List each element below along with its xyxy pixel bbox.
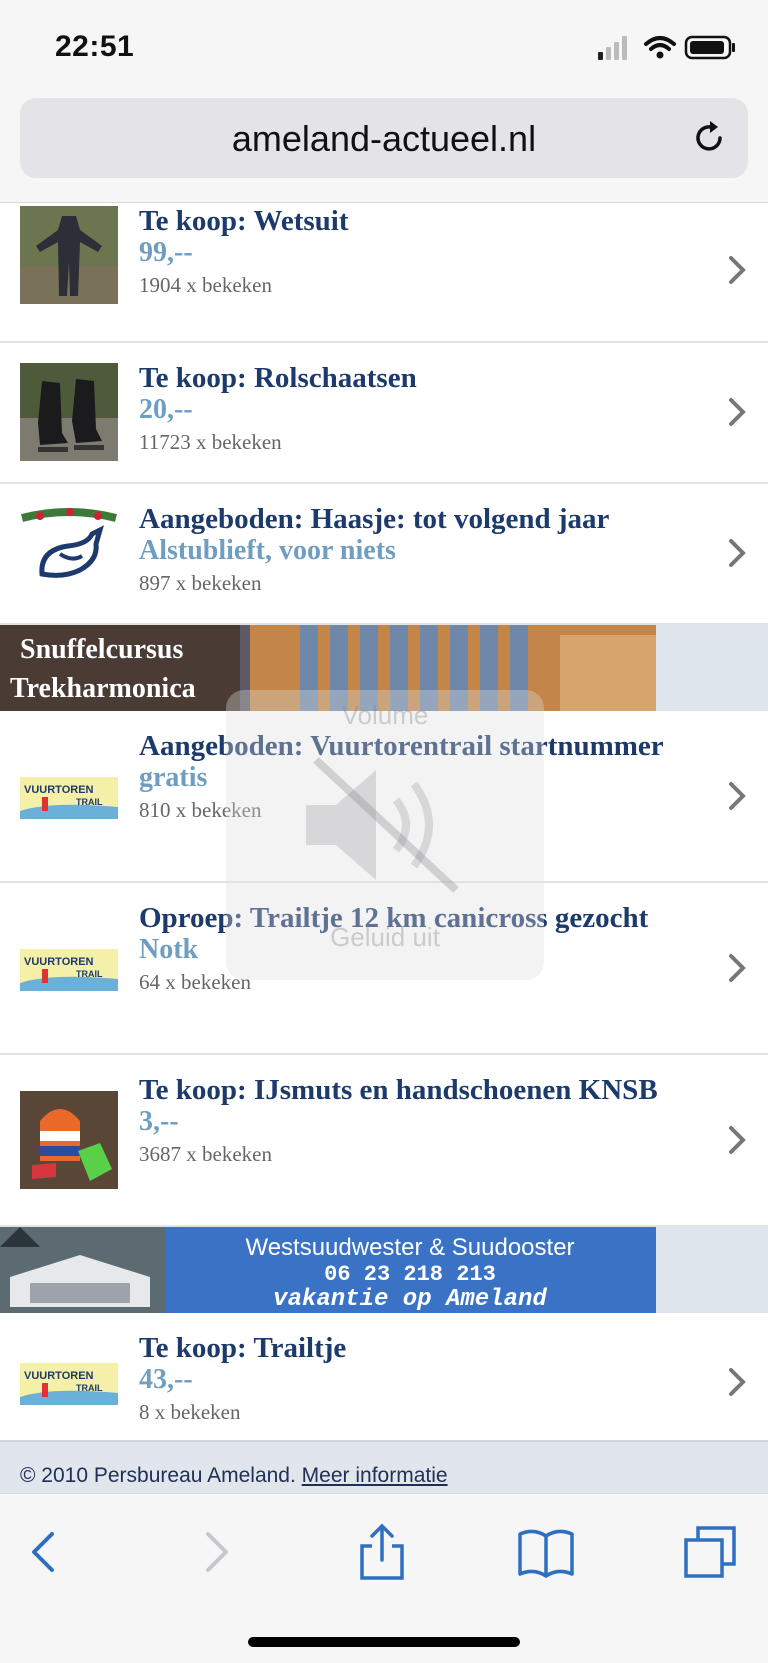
listing-title: Te koop: Wetsuit [139,205,349,237]
address-bar[interactable]: ameland-actueel.nl [20,98,748,178]
chevron-right-icon [729,954,746,982]
listing-title: Te koop: Rolschaatsen [139,362,417,394]
trail-thumbnail: VUURTOREN TRAIL [20,1333,118,1431]
banner-line2: 06 23 218 213 [324,1262,496,1287]
listing-title: Aangeboden: Haasje: tot volgend jaar [139,503,610,535]
status-time: 22:51 [55,30,135,63]
listing-price: 20,-- [139,394,193,425]
wetsuit-thumbnail [20,206,118,304]
listing-row[interactable]: Aangeboden: Haasje: tot volgend jaar Als… [0,484,768,625]
hat-thumbnail [20,1091,118,1189]
hat-gloves-photo [20,1091,118,1189]
more-info-link[interactable]: Meer informatie [302,1464,448,1487]
svg-text:TRAIL: TRAIL [76,797,103,807]
chevron-right-icon [729,782,746,810]
rabbit-logo [20,504,118,602]
listing-title: Aangeboden: Vuurtorentrail startnummer [139,730,664,762]
battery-icon [684,35,735,60]
signal-icon [598,35,735,60]
listing-title: Te koop: Trailtje [139,1332,347,1364]
listing-price: Notk [139,934,199,965]
url-text: ameland-actueel.nl [231,118,537,159]
listing-price: 3,-- [139,1106,179,1137]
browser-top-bar: 22:51 ameland-actueel.nl [0,0,768,203]
westsuudwester-banner-image: Westsuudwester & Suudooster 06 23 218 21… [0,1227,656,1313]
status-icons [598,32,738,62]
wetsuit-photo [20,206,118,304]
share-icon[interactable] [352,1522,412,1582]
skates-thumbnail [20,363,118,461]
skates-photo [20,363,118,461]
vuurtoren-trail-logo: VUURTOREN TRAIL [20,747,118,845]
banner-line1: Snuffelcursus [20,634,183,665]
listing-title: Oproep: Trailtje 12 km canicross gezocht [139,902,649,934]
listing-row[interactable]: Te koop: Rolschaatsen 20,-- 11723 x beke… [0,343,768,484]
rabbit-thumbnail [20,504,118,602]
tabs-icon[interactable] [680,1522,740,1582]
harmonica-banner[interactable]: Snuffelcursus Trekharmonica [0,625,768,711]
browser-bottom-toolbar [0,1493,768,1663]
trail-thumbnail: VUURTOREN TRAIL [20,919,118,1017]
chevron-right-icon [729,256,746,284]
chevron-right-icon [729,398,746,426]
banner-line3: vakantie op Ameland [273,1286,547,1313]
listing-views: 1904 x bekeken [139,273,272,297]
chevron-right-icon [729,539,746,567]
listing-title: Te koop: IJsmuts en handschoenen KNSB [139,1074,658,1106]
banner-line2: Trekharmonica [10,673,196,704]
vuurtoren-trail-logo: VUURTOREN TRAIL [20,1333,118,1431]
wifi-icon [644,36,676,59]
listing-views: 11723 x bekeken [139,430,282,454]
svg-text:TRAIL: TRAIL [76,969,103,979]
svg-text:VUURTOREN: VUURTOREN [24,784,94,796]
listing-row[interactable]: Te koop: IJsmuts en handschoenen KNSB 3,… [0,1055,768,1227]
listing-views: 8 x bekeken [139,1400,241,1424]
back-icon[interactable] [14,1522,74,1582]
listing-views: 810 x bekeken [139,798,262,822]
listing-price: gratis [139,762,208,793]
listing-row[interactable]: Te koop: Wetsuit 99,-- 1904 x bekeken [0,203,768,343]
listing-row[interactable]: VUURTOREN TRAIL Oproep: Trailtje 12 km c… [0,883,768,1055]
chevron-right-icon [729,1126,746,1154]
listing-row[interactable]: VUURTOREN TRAIL Te koop: Trailtje 43,-- … [0,1313,768,1454]
svg-text:VUURTOREN: VUURTOREN [24,1370,94,1382]
reload-icon[interactable] [690,118,730,158]
bookmarks-icon[interactable] [516,1522,576,1582]
svg-text:VUURTOREN: VUURTOREN [24,956,94,968]
listing-page: Te koop: Wetsuit 99,-- 1904 x bekeken Te… [0,203,768,1493]
chevron-right-icon [729,1368,746,1396]
westsuudwester-banner[interactable]: Westsuudwester & Suudooster 06 23 218 21… [0,1227,768,1313]
vuurtoren-trail-logo: VUURTOREN TRAIL [20,919,118,1017]
trail-thumbnail: VUURTOREN TRAIL [20,747,118,845]
forward-icon[interactable] [186,1522,246,1582]
footer-copyright: © 2010 Persbureau Ameland. [20,1464,296,1487]
banner-line1: Westsuudwester & Suudooster [245,1234,574,1261]
listing-price: 99,-- [139,237,193,268]
listing-price: Alstublieft, voor niets [139,535,396,566]
page-footer: © 2010 Persbureau Ameland. Meer informat… [0,1440,768,1495]
listing-row[interactable]: VUURTOREN TRAIL Aangeboden: Vuurtorentra… [0,711,768,883]
listing-views: 897 x bekeken [139,571,262,595]
listing-views: 3687 x bekeken [139,1142,272,1166]
home-indicator[interactable] [248,1637,520,1647]
svg-text:TRAIL: TRAIL [76,1383,103,1393]
harmonica-banner-image: Snuffelcursus Trekharmonica [0,625,656,711]
listing-views: 64 x bekeken [139,970,251,994]
listing-price: 43,-- [139,1364,193,1395]
